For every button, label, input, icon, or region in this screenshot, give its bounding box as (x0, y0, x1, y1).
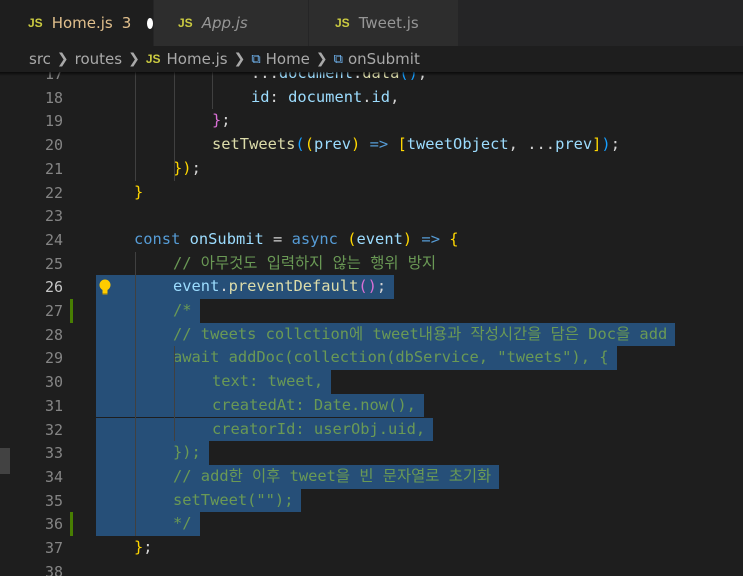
tab-app-js[interactable]: JS App.js (154, 0, 309, 46)
js-file-icon: JS (145, 52, 161, 66)
code-line[interactable]: 25 // 아무것도 입력하지 않는 행위 방지 (0, 252, 743, 276)
line-code: }); (96, 441, 209, 465)
line-number: 24 (44, 230, 63, 249)
line-code: setTweets((prev) => [tweetObject, ...pre… (212, 135, 620, 154)
line-code: const onSubmit = async (event) => { (134, 229, 459, 248)
symbol-method-icon: ⧉ (251, 51, 261, 67)
code-line[interactable]: 20 setTweets((prev) => [tweetObject, ...p… (0, 133, 743, 157)
editor-tab-bar: JS Home.js 3 JS App.js JS Tweet.js (0, 0, 743, 46)
code-line[interactable]: 29 await addDoc(collection(dbService, "tw… (0, 346, 743, 371)
breadcrumb-item-src[interactable]: src (29, 50, 51, 68)
line-code: setTweet(""); (96, 488, 302, 513)
line-code: creatorId: userObj.uid, (96, 417, 434, 442)
code-line[interactable]: 19}; (0, 109, 743, 133)
lightbulb-icon[interactable] (97, 278, 113, 295)
tab-label: App.js (201, 14, 248, 32)
chevron-right-icon: ❯ (233, 51, 246, 67)
indent-guide (212, 72, 213, 110)
overview-ruler-slider[interactable] (0, 448, 10, 474)
line-number: 32 (44, 420, 63, 439)
code-line[interactable]: 18 id: document.id, (0, 86, 743, 110)
line-number: 35 (44, 491, 63, 510)
code-line[interactable]: 24 const onSubmit = async (event) => { (0, 228, 743, 252)
symbol-method-icon: ⧉ (333, 51, 343, 67)
code-line[interactable]: 36 */ (0, 512, 743, 536)
line-code: }; (212, 111, 231, 130)
line-code: }); (173, 158, 201, 177)
tab-label: Home.js (51, 14, 113, 32)
line-number: 38 (44, 562, 63, 576)
js-file-icon: JS (335, 16, 350, 30)
indent-guide (135, 72, 136, 181)
line-code: // tweets collction에 tweet내용과 작성시간을 담은 D… (96, 322, 676, 347)
line-number: 22 (44, 183, 63, 202)
line-code: // 아무것도 입력하지 않는 행위 방지 (173, 253, 437, 272)
line-number: 21 (44, 159, 63, 178)
chevron-right-icon: ❯ (128, 51, 140, 67)
indent-guide (135, 251, 136, 536)
line-number: 37 (44, 539, 63, 557)
indent-guide (174, 72, 175, 181)
line-code: event.preventDefault(); (96, 275, 395, 299)
line-code: } (134, 182, 144, 201)
js-file-icon: JS (178, 16, 193, 30)
line-number: 18 (44, 88, 63, 107)
line-number: 28 (44, 325, 63, 344)
code-line[interactable]: 27 /* (0, 299, 743, 323)
code-line[interactable]: 38 (0, 560, 743, 576)
code-line[interactable]: 32 creatorId: userObj.uid, (0, 417, 743, 442)
chevron-right-icon: ❯ (315, 51, 328, 67)
line-code: text: tweet, (96, 370, 332, 394)
code-line[interactable]: 33}); (0, 441, 743, 465)
git-added-marker (70, 299, 73, 323)
tab-label: Tweet.js (358, 14, 419, 32)
line-number: 20 (44, 136, 63, 155)
breadcrumb-item-home[interactable]: Home (266, 50, 310, 68)
line-number: 30 (44, 373, 63, 392)
code-editor[interactable]: 17 ...document.data(), 18 id: document.id, 1… (0, 72, 743, 576)
chevron-right-icon: ❯ (56, 51, 69, 67)
line-number: 31 (44, 396, 63, 415)
code-line[interactable]: 31 createdAt: Date.now(), (0, 393, 743, 418)
js-file-icon: JS (28, 16, 43, 30)
problem-count-badge: 3 (121, 14, 132, 32)
indent-guide (174, 370, 175, 442)
code-line[interactable]: 30 text: tweet, (0, 370, 743, 394)
line-code: */ (96, 512, 200, 536)
code-line[interactable]: 28 // tweets collction에 tweet내용과 작성시간을 담은… (0, 322, 743, 347)
line-number: 36 (44, 515, 63, 534)
line-number: 23 (44, 207, 63, 226)
git-added-marker (70, 512, 73, 536)
breadcrumb-item-onsubmit[interactable]: onSubmit (348, 50, 420, 68)
code-line[interactable]: 22} (0, 181, 743, 205)
code-line[interactable]: 37}; (0, 536, 743, 560)
line-number: 29 (44, 349, 63, 368)
breadcrumb-item-routes[interactable]: routes (75, 50, 122, 68)
code-line[interactable]: 23 (0, 204, 743, 228)
line-code: }; (134, 538, 153, 556)
line-number: 25 (44, 254, 63, 273)
line-number: 19 (44, 112, 63, 131)
line-number: 27 (44, 302, 63, 320)
line-code: // add한 이후 tweet을 빈 문자열로 초기화 (96, 464, 500, 489)
code-line[interactable]: 34// add한 이후 tweet을 빈 문자열로 초기화 (0, 464, 743, 489)
line-code: /* (96, 299, 200, 323)
line-code: createdAt: Date.now(), (96, 393, 424, 418)
breadcrumb-item-home-js[interactable]: Home.js (167, 50, 228, 68)
line-code: id: document.id, (251, 87, 400, 106)
breadcrumb: src ❯ routes ❯ JS Home.js ❯ ⧉ Home ❯ ⧉ o… (0, 46, 743, 72)
tab-tweet-js[interactable]: JS Tweet.js (309, 0, 459, 46)
indent-guide (174, 346, 175, 371)
code-line[interactable]: 35 setTweet(""); (0, 488, 743, 513)
scroll-shadow (0, 72, 743, 76)
code-line[interactable]: 21}); (0, 157, 743, 181)
line-number: 26 (44, 278, 63, 297)
tab-home-js[interactable]: JS Home.js 3 (0, 0, 154, 46)
unsaved-dot-icon[interactable] (147, 17, 153, 29)
